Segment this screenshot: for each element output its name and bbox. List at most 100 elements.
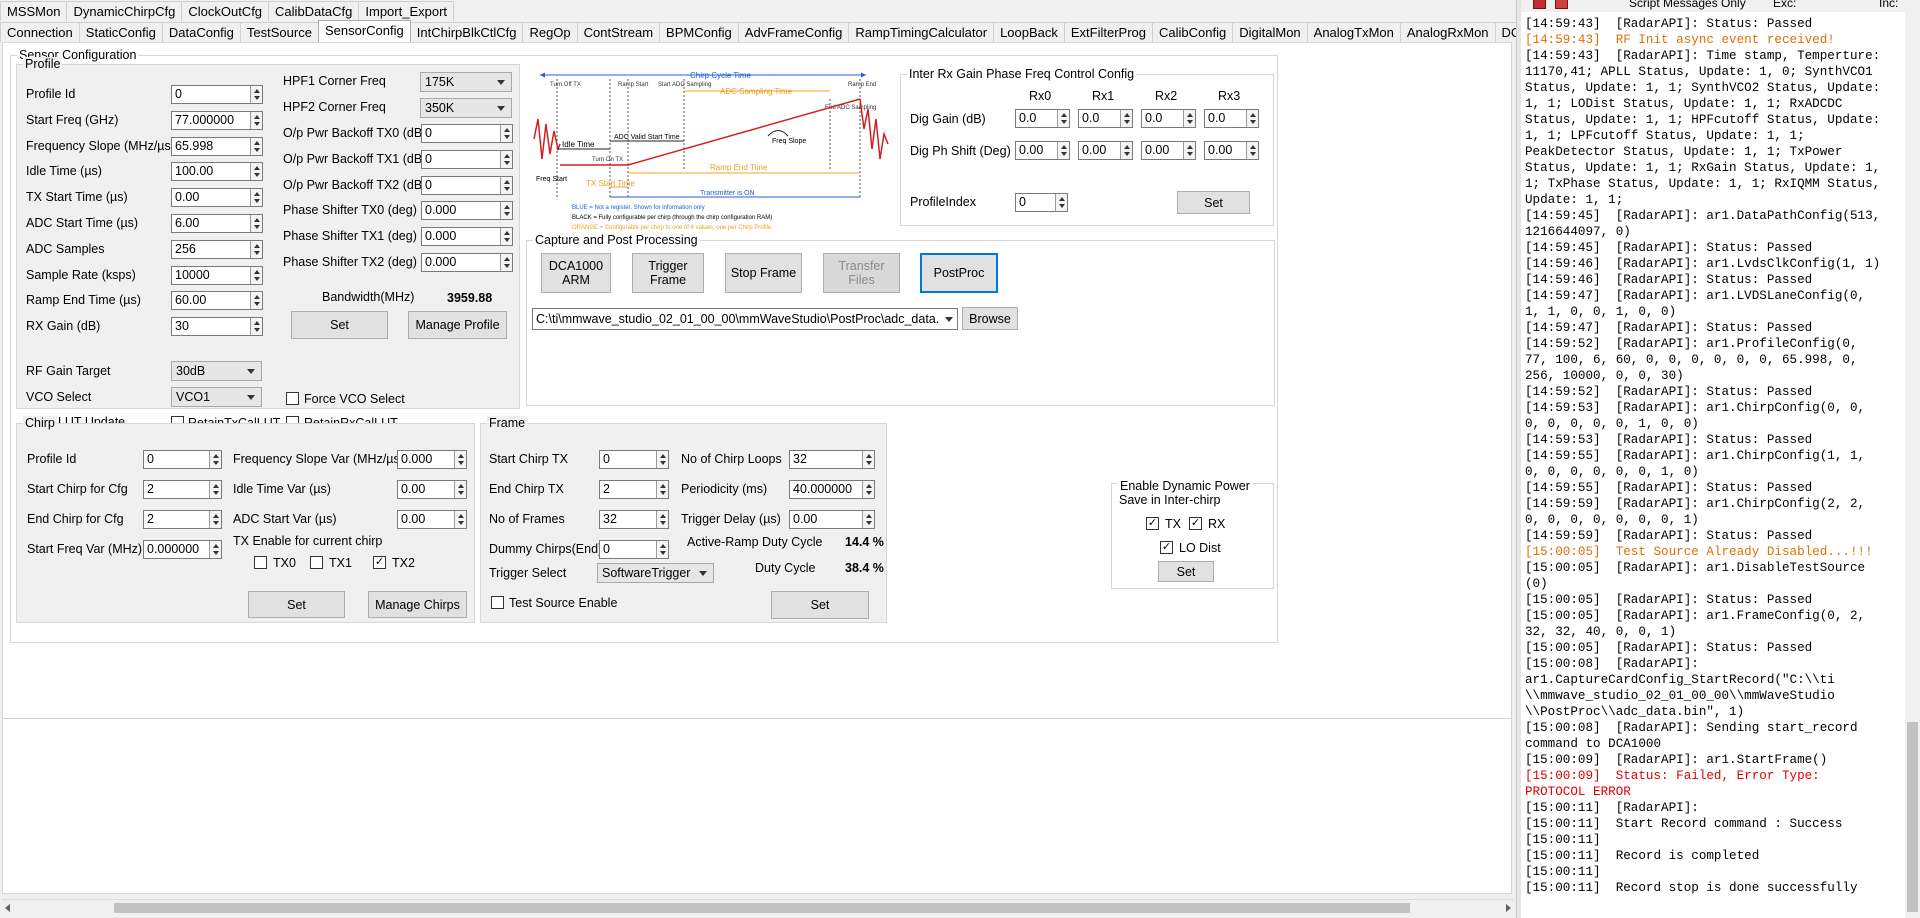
tab-regop[interactable]: RegOp	[522, 22, 578, 42]
spin-arrows[interactable]	[454, 451, 466, 468]
spin-arrows[interactable]	[656, 511, 668, 528]
profile-field-0-input[interactable]: 0	[171, 85, 263, 104]
horizontal-scrollbar[interactable]	[2, 899, 1514, 916]
spin-arrows[interactable]	[862, 481, 874, 498]
profile-field-2-input[interactable]: 65.998	[171, 137, 263, 156]
scroll-left-icon[interactable]	[5, 904, 10, 912]
chirp-right-field-0-input[interactable]: 0.000	[397, 450, 467, 469]
spin-arrows[interactable]	[500, 151, 512, 168]
spin-arrows[interactable]	[500, 177, 512, 194]
profile-right-field-1-input[interactable]: 0	[421, 150, 513, 169]
spin-arrows[interactable]	[1057, 142, 1069, 159]
spin-arrows[interactable]	[1246, 110, 1258, 127]
spin-arrows[interactable]	[250, 318, 262, 335]
profile-field-6-input[interactable]: 256	[171, 240, 263, 259]
spin-arrows[interactable]	[1120, 142, 1132, 159]
chirp-right-field-2-input[interactable]: 0.00	[397, 510, 467, 529]
postproc-path-combo[interactable]: C:\ti\mmwave_studio_02_01_00_00\mmWaveSt…	[532, 308, 958, 330]
chirp-left-field-3-input[interactable]: 0.000000	[143, 540, 222, 559]
dig-gain-input-2[interactable]: 0.0	[1141, 109, 1196, 128]
interrx-set-button[interactable]: Set	[1177, 191, 1250, 214]
spin-arrows[interactable]	[1057, 110, 1069, 127]
spin-arrows[interactable]	[500, 202, 512, 219]
tx2-checkbox[interactable]: ✓	[373, 556, 386, 569]
spin-arrows[interactable]	[250, 138, 262, 155]
tab-mssmon[interactable]: MSSMon	[0, 1, 68, 21]
tx1-checkbox[interactable]	[310, 556, 323, 569]
vertical-scrollbar[interactable]	[1905, 12, 1920, 918]
tx0-checkbox[interactable]	[254, 556, 267, 569]
frame-right-field-2-input[interactable]: 0.00	[789, 510, 875, 529]
tab-dynamicchirpcfg[interactable]: DynamicChirpCfg	[66, 1, 183, 21]
spin-arrows[interactable]	[1120, 110, 1132, 127]
frame-right-field-1-input[interactable]: 40.000000	[789, 480, 875, 499]
profile-right-field-2-input[interactable]: 0	[421, 176, 513, 195]
chirp-left-field-0-input[interactable]: 0	[143, 450, 222, 469]
lo-dist-checkbox[interactable]: ✓	[1160, 541, 1173, 554]
postproc-button[interactable]: PostProc	[920, 253, 998, 293]
vertical-scrollbar-thumb[interactable]	[1907, 722, 1918, 912]
profile-right-field-4-input[interactable]: 0.000	[421, 227, 513, 246]
spin-arrows[interactable]	[209, 541, 221, 558]
spin-arrows[interactable]	[1183, 142, 1195, 159]
tab-clockoutcfg[interactable]: ClockOutCfg	[181, 1, 270, 21]
profile-field-4-input[interactable]: 0.00	[171, 188, 263, 207]
dig-ph-input-1[interactable]: 0.00	[1078, 141, 1133, 160]
tab-testsource[interactable]: TestSource	[239, 22, 319, 42]
profile-field-7-input[interactable]: 10000	[171, 266, 263, 285]
profile-field-8-input[interactable]: 60.00	[171, 291, 263, 310]
profile-field-1-input[interactable]: 77.000000	[171, 111, 263, 130]
dig-ph-input-0[interactable]: 0.00	[1015, 141, 1070, 160]
profile-index-input[interactable]: 0	[1015, 193, 1068, 212]
profile-field-5-input[interactable]: 6.00	[171, 214, 263, 233]
tab-ramptimingcalculator[interactable]: RampTimingCalculator	[848, 22, 995, 42]
tab-connection[interactable]: Connection	[0, 22, 80, 42]
scroll-right-icon[interactable]	[1506, 904, 1511, 912]
spin-arrows[interactable]	[1055, 194, 1067, 211]
spin-arrows[interactable]	[250, 112, 262, 129]
chirp-left-field-1-input[interactable]: 2	[143, 480, 222, 499]
stop-frame-button[interactable]: Stop Frame	[725, 253, 802, 293]
test-source-checkbox[interactable]	[491, 596, 504, 609]
spin-arrows[interactable]	[250, 267, 262, 284]
trigger-frame-button[interactable]: Trigger Frame	[632, 253, 704, 293]
spin-arrows[interactable]	[454, 481, 466, 498]
browse-button[interactable]: Browse	[962, 307, 1018, 330]
dig-ph-input-2[interactable]: 0.00	[1141, 141, 1196, 160]
tab-extfilterprog[interactable]: ExtFilterProg	[1063, 22, 1154, 42]
force-vco-checkbox[interactable]	[286, 392, 299, 405]
dig-ph-input-3[interactable]: 0.00	[1204, 141, 1259, 160]
profile-set-button[interactable]: Set	[291, 311, 388, 339]
tab-contstream[interactable]: ContStream	[576, 22, 661, 42]
frame-right-field-0-input[interactable]: 32	[789, 450, 875, 469]
save-icon[interactable]	[1555, 0, 1568, 9]
spin-arrows[interactable]	[250, 241, 262, 258]
clear-icon[interactable]	[1533, 0, 1546, 9]
tab-calibdatacfg[interactable]: CalibDataCfg	[268, 1, 360, 21]
trigger-select[interactable]: SoftwareTrigger	[597, 563, 714, 583]
spin-arrows[interactable]	[656, 541, 668, 558]
profile-right-field-0-input[interactable]: 0	[421, 124, 513, 143]
frame-left-field-2-input[interactable]: 32	[599, 510, 669, 529]
hpf2-select[interactable]: 350K	[420, 98, 512, 118]
tab-sensorconfig[interactable]: SensorConfig	[317, 20, 411, 42]
spin-arrows[interactable]	[500, 228, 512, 245]
tab-analogrxmon[interactable]: AnalogRxMon	[1399, 22, 1496, 42]
spin-arrows[interactable]	[862, 511, 874, 528]
dca1000-arm-button[interactable]: DCA1000 ARM	[541, 253, 611, 293]
spin-arrows[interactable]	[656, 451, 668, 468]
tab-bpmconfig[interactable]: BPMConfig	[659, 22, 739, 42]
chevron-down-icon[interactable]	[945, 317, 953, 322]
dyn-power-set-button[interactable]: Set	[1158, 561, 1214, 582]
tab-intchirpblkctlcfg[interactable]: IntChirpBlkCtlCfg	[409, 22, 524, 42]
chirp-set-button[interactable]: Set	[248, 591, 345, 618]
spin-arrows[interactable]	[250, 189, 262, 206]
chirp-left-field-2-input[interactable]: 2	[143, 510, 222, 529]
rf-gain-select[interactable]: 30dB	[171, 361, 262, 381]
dyn-tx-checkbox[interactable]: ✓	[1146, 517, 1159, 530]
spin-arrows[interactable]	[250, 292, 262, 309]
tab-calibconfig[interactable]: CalibConfig	[1152, 22, 1234, 42]
spin-arrows[interactable]	[500, 125, 512, 142]
spin-arrows[interactable]	[209, 451, 221, 468]
spin-arrows[interactable]	[250, 86, 262, 103]
